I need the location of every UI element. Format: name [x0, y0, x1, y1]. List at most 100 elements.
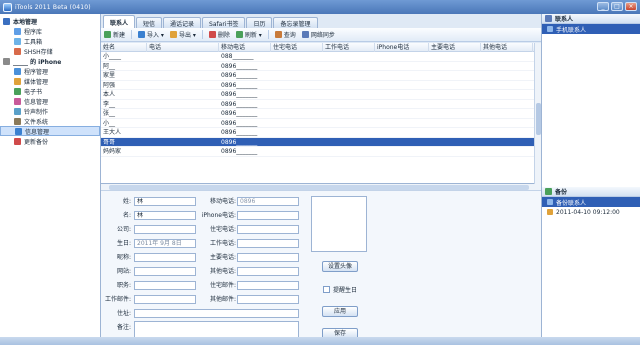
apply-button[interactable]: 应用	[322, 306, 358, 317]
table-cell: 本人	[103, 91, 116, 98]
sidebar-item[interactable]: 本地管理	[0, 16, 100, 26]
table-cell	[375, 52, 429, 61]
table-cell	[271, 147, 323, 156]
column-header[interactable]: 主要电话	[429, 43, 481, 52]
column-header[interactable]: 工作电话	[323, 43, 375, 52]
last-name-input[interactable]: 林	[134, 197, 196, 206]
company-input[interactable]	[134, 225, 196, 234]
sidebar-item[interactable]: 程序管理	[0, 66, 100, 76]
sidebar-item[interactable]: 电子书	[0, 86, 100, 96]
mobile-phone-label: 移动电话:	[209, 198, 236, 205]
sidebar-item[interactable]: SHSH存储	[0, 46, 100, 56]
table-cell	[481, 81, 533, 90]
delete-button[interactable]: 删除	[208, 30, 230, 39]
set-photo-button[interactable]: 设置头像	[322, 261, 358, 272]
tab-safari-bookmarks[interactable]: Safari书签	[202, 17, 246, 28]
mobile-phone-input[interactable]: 0896	[237, 197, 299, 206]
birthday-date-picker[interactable]: 2011年 9月 8日	[134, 239, 196, 248]
sidebar-item[interactable]: 铃声制作	[0, 106, 100, 116]
table-cell	[481, 100, 533, 109]
tab-contacts[interactable]: 联系人	[103, 15, 136, 28]
new-button[interactable]: 新建	[104, 30, 125, 39]
table-row[interactable]: 妈妈家 0896_______	[101, 147, 541, 157]
minimize-button[interactable]: _	[597, 2, 609, 11]
tab-call-log[interactable]: 通话记录	[163, 17, 202, 28]
sidebar-item[interactable]: 工具箱	[0, 36, 100, 46]
nickname-input[interactable]	[134, 253, 196, 262]
table-cell	[147, 119, 219, 128]
first-name-input[interactable]: 林	[134, 211, 196, 220]
close-button[interactable]: ×	[625, 2, 637, 11]
table-row[interactable]: 阿__ 0896_______	[101, 62, 541, 71]
work-email-input[interactable]	[134, 295, 196, 304]
contact-photo[interactable]	[311, 196, 367, 252]
tab-sms[interactable]: 短信	[136, 17, 163, 28]
new-contact-icon	[104, 31, 111, 38]
sync-button[interactable]: 网络同步	[301, 30, 335, 39]
sidebar-item[interactable]: 文件系统	[0, 116, 100, 126]
table-row[interactable]: 小____ 088_______	[101, 52, 541, 62]
sidebar-item[interactable]: 程序库	[0, 26, 100, 36]
sidebar-item[interactable]: 媒体管理	[0, 76, 100, 86]
sidebar-item[interactable]: _____ 的 iPhone	[0, 56, 100, 66]
refresh-button[interactable]: 刷新 ▾	[235, 30, 262, 39]
sidebar-item[interactable]: 更新备份	[0, 136, 100, 146]
iphone-phone-input[interactable]	[237, 211, 299, 220]
work-phone-label: 工作电话:	[209, 240, 236, 247]
website-input[interactable]	[134, 267, 196, 276]
main-phone-input[interactable]	[237, 253, 299, 262]
column-header[interactable]: 住宅电话	[271, 43, 323, 52]
other-email-input[interactable]	[237, 295, 299, 304]
table-row[interactable]: 本人 0896_______	[101, 90, 541, 100]
column-header[interactable]: 其他电话	[481, 43, 533, 52]
query-button[interactable]: 查询	[274, 30, 296, 39]
birthday-checkbox-label: 提醒生日	[333, 287, 358, 294]
work-phone-input[interactable]	[237, 239, 299, 248]
table-cell	[429, 128, 481, 137]
table-row[interactable]: 小__ 0896_______	[101, 119, 541, 128]
table-cell	[323, 81, 375, 90]
column-header[interactable]: 电话	[147, 43, 219, 52]
export-button[interactable]: 导出 ▾	[169, 30, 196, 39]
other-phone-input[interactable]	[237, 267, 299, 276]
sidebar-item-label: 信息管理	[24, 98, 49, 106]
scroll-thumb[interactable]	[109, 185, 529, 190]
table-row[interactable]: 张__ 0896_______	[101, 109, 541, 119]
table-cell	[323, 109, 375, 118]
contact-detail-form: 姓: 林 名: 林 公司: 生日: 2011年 9月 8日 昵称: 网站: 职务…	[101, 191, 541, 345]
table-vertical-scrollbar[interactable]	[534, 43, 541, 184]
sidebar-item-icon	[14, 87, 21, 95]
import-button[interactable]: 导入 ▾	[138, 30, 164, 39]
table-cell	[323, 62, 375, 71]
column-header[interactable]: iPhone电话	[375, 43, 429, 52]
table-horizontal-scrollbar[interactable]	[101, 184, 541, 191]
sidebar-item[interactable]: 信息管理	[0, 126, 100, 136]
contacts-source-item[interactable]: 手机联系人	[542, 24, 640, 34]
column-header[interactable]: 姓名	[101, 43, 147, 52]
sidebar-item-icon	[15, 127, 22, 135]
home-email-input[interactable]	[237, 281, 299, 290]
address-input[interactable]	[134, 309, 299, 318]
toolbar-divider	[201, 30, 203, 39]
home-phone-input[interactable]	[237, 225, 299, 234]
table-row[interactable]: 哥哥 0896_______	[101, 137, 541, 147]
maximize-button[interactable]: □	[611, 2, 623, 11]
table-row[interactable]: 王大人 0896_______	[101, 128, 541, 138]
table-row[interactable]: 李__ 0896_______	[101, 100, 541, 109]
table-row[interactable]: 阿强 0896_______	[101, 81, 541, 90]
backup-item[interactable]: 2011-04-10 09:12:00	[542, 207, 640, 217]
sidebar-item-icon	[14, 137, 21, 145]
table-cell	[429, 52, 481, 61]
tab-notes[interactable]: 备忘录管理	[273, 17, 318, 28]
table-cell	[481, 90, 533, 99]
table-cell	[375, 128, 429, 137]
sidebar-item[interactable]: 信息管理	[0, 96, 100, 106]
job-title-input[interactable]	[134, 281, 196, 290]
tab-strip: 联系人 短信 通话记录 Safari书签 日历 备忘录管理	[101, 14, 541, 28]
table-cell	[271, 138, 323, 147]
backup-item[interactable]: 备份联系人	[542, 197, 640, 207]
tab-calendar[interactable]: 日历	[246, 17, 273, 28]
table-row[interactable]: 家里 0896_______	[101, 71, 541, 81]
birthday-checkbox[interactable]	[323, 286, 330, 293]
column-header[interactable]: 移动电话	[219, 43, 271, 52]
